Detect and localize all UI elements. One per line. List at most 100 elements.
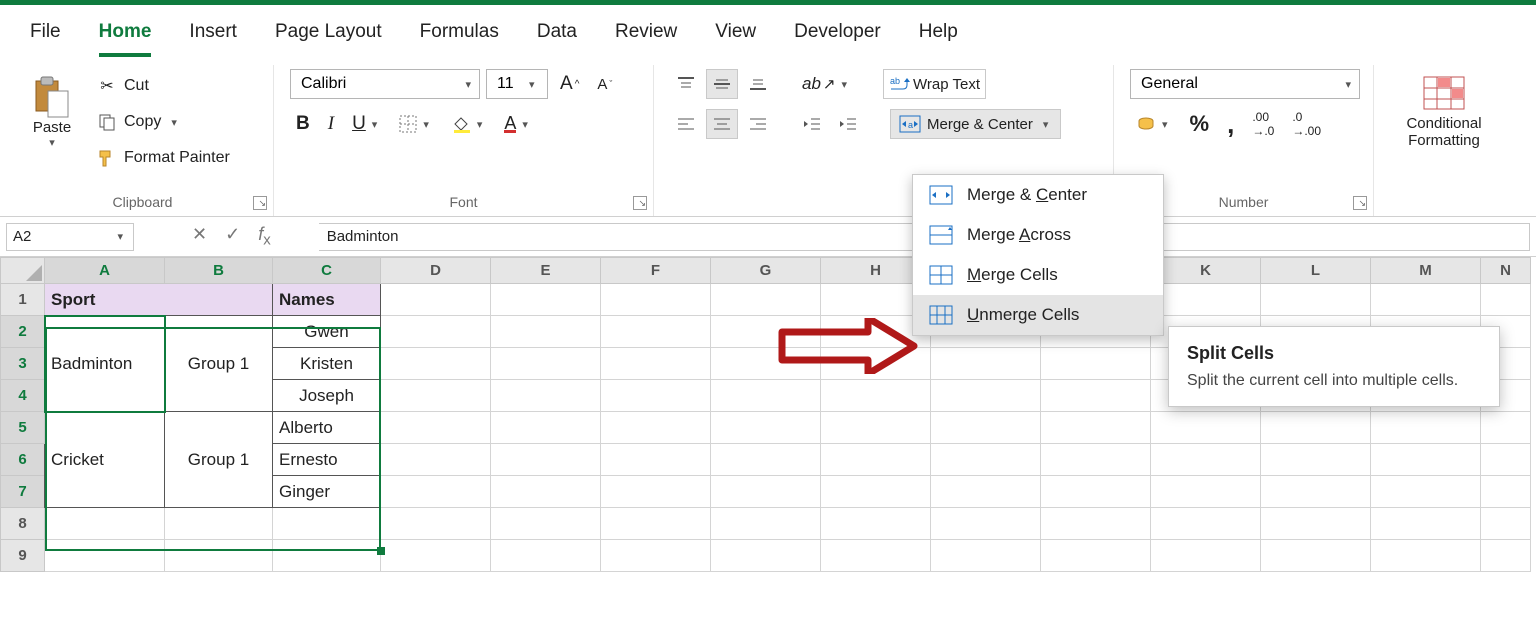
col-header-M[interactable]: M bbox=[1371, 258, 1481, 284]
cell-E6[interactable] bbox=[491, 444, 601, 476]
cell-I3[interactable] bbox=[931, 348, 1041, 380]
select-all-corner[interactable] bbox=[1, 258, 45, 284]
cell-M1[interactable] bbox=[1371, 284, 1481, 316]
chevron-down-icon[interactable]: ▾ bbox=[461, 78, 475, 91]
cell-J9[interactable] bbox=[1041, 540, 1151, 572]
paste-button[interactable]: Paste ▾ bbox=[24, 73, 80, 151]
align-middle-button[interactable] bbox=[706, 69, 738, 99]
cell-N6[interactable] bbox=[1481, 444, 1531, 476]
chevron-down-icon[interactable]: ▾ bbox=[113, 230, 127, 243]
cell-J6[interactable] bbox=[1041, 444, 1151, 476]
align-center-button[interactable] bbox=[706, 109, 738, 139]
enter-formula-button[interactable]: ✓ bbox=[225, 224, 240, 249]
cell-M9[interactable] bbox=[1371, 540, 1481, 572]
col-header-E[interactable]: E bbox=[491, 258, 601, 284]
row-header-9[interactable]: 9 bbox=[1, 540, 45, 572]
dialog-launcher-clipboard[interactable]: ↘ bbox=[253, 196, 267, 210]
tab-data[interactable]: Data bbox=[537, 17, 577, 57]
cell-F2[interactable] bbox=[601, 316, 711, 348]
chevron-down-icon[interactable]: ▾ bbox=[1039, 118, 1053, 131]
borders-button[interactable]: ▾ bbox=[393, 109, 439, 139]
row-header-3[interactable]: 3 bbox=[1, 348, 45, 380]
cell-M5[interactable] bbox=[1371, 412, 1481, 444]
cell-A1[interactable]: Sport bbox=[45, 284, 273, 316]
row-header-5[interactable]: 5 bbox=[1, 412, 45, 444]
underline-button[interactable]: U▾ bbox=[346, 109, 387, 139]
cell-L6[interactable] bbox=[1261, 444, 1371, 476]
cell-F3[interactable] bbox=[601, 348, 711, 380]
cancel-formula-button[interactable]: ✕ bbox=[192, 224, 207, 249]
row-header-4[interactable]: 4 bbox=[1, 380, 45, 412]
cell-I5[interactable] bbox=[931, 412, 1041, 444]
menu-merge-across[interactable]: Merge Across bbox=[913, 215, 1163, 255]
cell-D6[interactable] bbox=[381, 444, 491, 476]
decrease-font-button[interactable]: Aˇ bbox=[591, 69, 618, 99]
cell-G9[interactable] bbox=[711, 540, 821, 572]
cell-L5[interactable] bbox=[1261, 412, 1371, 444]
cell-N8[interactable] bbox=[1481, 508, 1531, 540]
cell-H9[interactable] bbox=[821, 540, 931, 572]
tab-home[interactable]: Home bbox=[99, 17, 152, 57]
row-header-6[interactable]: 6 bbox=[1, 444, 45, 476]
cell-H5[interactable] bbox=[821, 412, 931, 444]
cell-E1[interactable] bbox=[491, 284, 601, 316]
tab-view[interactable]: View bbox=[715, 17, 756, 57]
font-size-input[interactable] bbox=[495, 74, 525, 94]
cell-I8[interactable] bbox=[931, 508, 1041, 540]
cell-F5[interactable] bbox=[601, 412, 711, 444]
number-format-combo[interactable]: ▾ bbox=[1130, 69, 1360, 99]
cell-I4[interactable] bbox=[931, 380, 1041, 412]
cell-M8[interactable] bbox=[1371, 508, 1481, 540]
cell-D1[interactable] bbox=[381, 284, 491, 316]
cell-D2[interactable] bbox=[381, 316, 491, 348]
cell-D8[interactable] bbox=[381, 508, 491, 540]
cell-G7[interactable] bbox=[711, 476, 821, 508]
cell-C3[interactable]: Kristen bbox=[273, 348, 381, 380]
cell-G1[interactable] bbox=[711, 284, 821, 316]
align-bottom-button[interactable] bbox=[742, 69, 774, 99]
row-header-7[interactable]: 7 bbox=[1, 476, 45, 508]
bold-button[interactable]: B bbox=[290, 109, 316, 139]
tab-developer[interactable]: Developer bbox=[794, 17, 881, 57]
row-header-8[interactable]: 8 bbox=[1, 508, 45, 540]
cell-C1[interactable]: Names bbox=[273, 284, 381, 316]
cell-D7[interactable] bbox=[381, 476, 491, 508]
cell-I9[interactable] bbox=[931, 540, 1041, 572]
cell-G6[interactable] bbox=[711, 444, 821, 476]
cut-button[interactable]: ✂ Cut bbox=[90, 69, 236, 103]
chevron-down-icon[interactable]: ▾ bbox=[525, 78, 539, 91]
comma-button[interactable]: , bbox=[1221, 109, 1240, 139]
cell-C9[interactable] bbox=[273, 540, 381, 572]
selection-handle[interactable] bbox=[377, 547, 385, 555]
decrease-decimal-button[interactable]: .0→.00 bbox=[1286, 109, 1327, 139]
dialog-launcher-number[interactable]: ↘ bbox=[1353, 196, 1367, 210]
wrap-text-button[interactable]: ab Wrap Text bbox=[883, 69, 986, 99]
align-left-button[interactable] bbox=[670, 109, 702, 139]
tab-review[interactable]: Review bbox=[615, 17, 677, 57]
italic-button[interactable]: I bbox=[322, 109, 340, 139]
row-header-1[interactable]: 1 bbox=[1, 284, 45, 316]
number-format-input[interactable] bbox=[1139, 74, 1341, 94]
cell-G4[interactable] bbox=[711, 380, 821, 412]
cell-L9[interactable] bbox=[1261, 540, 1371, 572]
cell-K5[interactable] bbox=[1151, 412, 1261, 444]
font-name-combo[interactable]: ▾ bbox=[290, 69, 480, 99]
cell-J8[interactable] bbox=[1041, 508, 1151, 540]
spreadsheet-grid[interactable]: ABCDEFGHIJKLMN1SportNames2BadmintonGroup… bbox=[0, 257, 1536, 572]
cell-E5[interactable] bbox=[491, 412, 601, 444]
font-color-button[interactable]: A ▾ bbox=[498, 109, 538, 139]
cell-B5[interactable]: Group 1 bbox=[165, 412, 273, 508]
cell-M7[interactable] bbox=[1371, 476, 1481, 508]
cell-B2[interactable]: Group 1 bbox=[165, 316, 273, 412]
cell-K9[interactable] bbox=[1151, 540, 1261, 572]
menu-merge-cells[interactable]: Merge Cells bbox=[913, 255, 1163, 295]
cell-F9[interactable] bbox=[601, 540, 711, 572]
cell-E8[interactable] bbox=[491, 508, 601, 540]
col-header-D[interactable]: D bbox=[381, 258, 491, 284]
tab-formulas[interactable]: Formulas bbox=[420, 17, 499, 57]
col-header-B[interactable]: B bbox=[165, 258, 273, 284]
col-header-K[interactable]: K bbox=[1151, 258, 1261, 284]
cell-F4[interactable] bbox=[601, 380, 711, 412]
cell-F6[interactable] bbox=[601, 444, 711, 476]
cell-K7[interactable] bbox=[1151, 476, 1261, 508]
